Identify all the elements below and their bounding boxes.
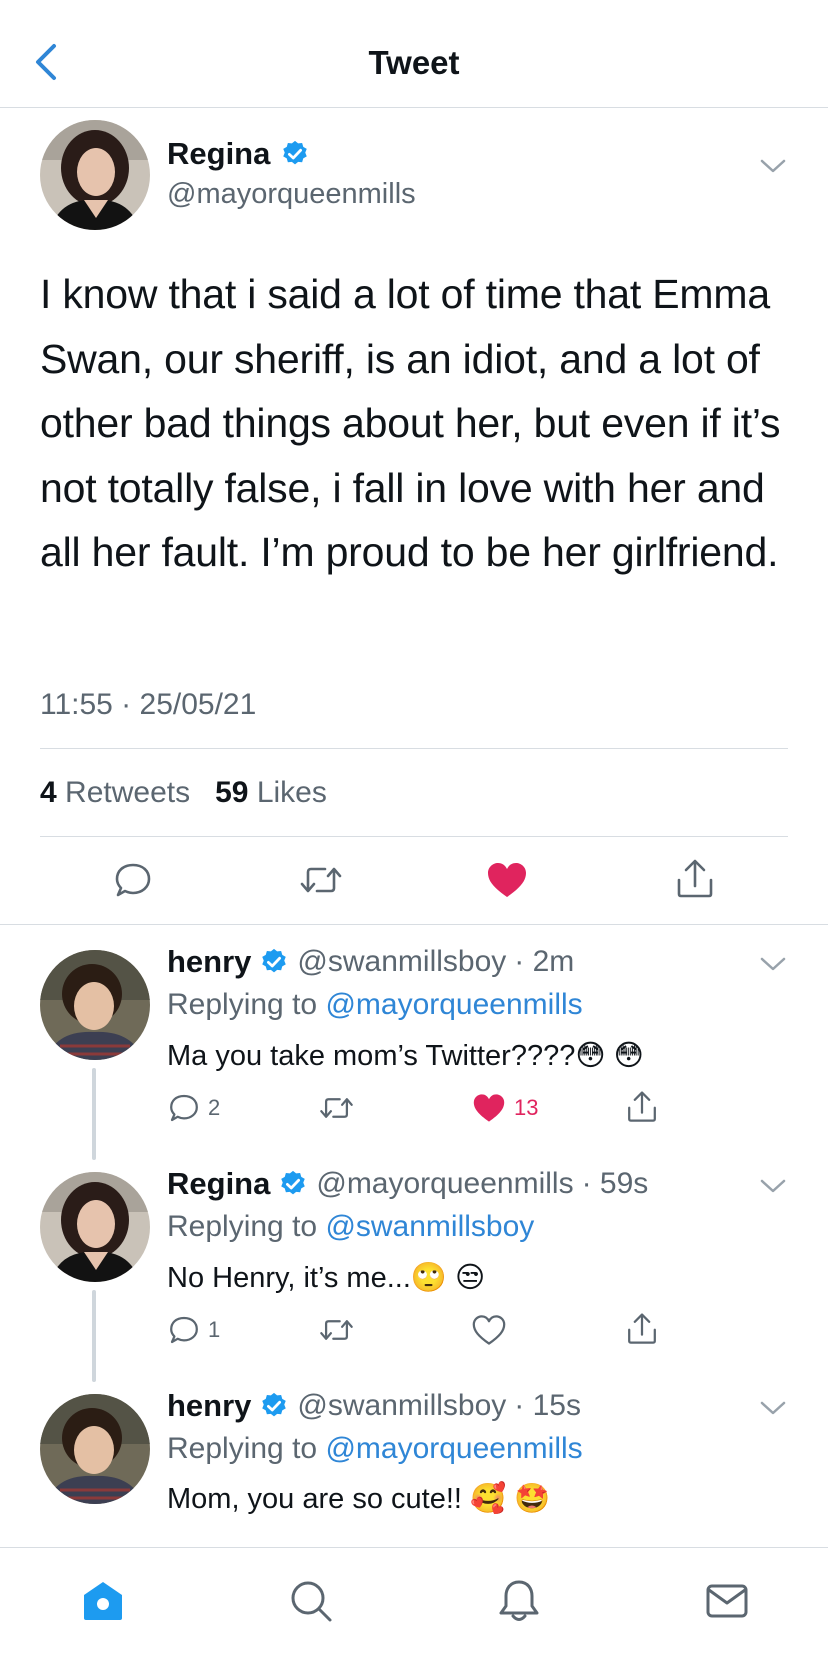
reply-button[interactable]: [113, 860, 153, 905]
retweet-button[interactable]: [318, 1314, 355, 1346]
tab-notifications[interactable]: [496, 1578, 542, 1629]
author-handle[interactable]: @mayorqueenmills: [316, 1167, 573, 1201]
retweets-stat[interactable]: 4 Retweets: [40, 776, 190, 809]
like-button[interactable]: 13: [472, 1092, 538, 1124]
avatar[interactable]: [40, 1172, 150, 1282]
tweet-timestamp: 11:55 · 25/05/21: [40, 688, 257, 721]
reply-text: Mom, you are so cute!! 🥰 🤩: [167, 1483, 551, 1515]
replying-to-line: Replying to @mayorqueenmills: [167, 1432, 583, 1465]
divider: [40, 836, 788, 837]
search-icon: [291, 1581, 332, 1622]
likes-stat[interactable]: 59 Likes: [215, 776, 327, 809]
replying-to-handle[interactable]: @mayorqueenmills: [325, 988, 582, 1021]
author-handle[interactable]: @swanmillsboy: [297, 1389, 506, 1423]
share-icon: [677, 859, 713, 898]
more-options-button[interactable]: [760, 1400, 786, 1421]
divider: [40, 748, 788, 749]
mail-icon: [706, 1584, 748, 1618]
share-button[interactable]: [675, 858, 715, 905]
chevron-down-icon: [760, 957, 786, 971]
reply-time: · 59s: [581, 1167, 649, 1200]
verified-badge-icon: [262, 1392, 287, 1417]
replying-to-line: Replying to @mayorqueenmills: [167, 988, 583, 1021]
author-name[interactable]: henry: [167, 944, 251, 980]
reply-text: Ma you take mom’s Twitter????😳 😳: [167, 1040, 644, 1072]
retweet-button[interactable]: [318, 1092, 355, 1124]
top-bar: Tweet: [0, 0, 828, 108]
chevron-down-icon: [760, 159, 786, 173]
share-icon: [628, 1313, 656, 1344]
page-title: Tweet: [368, 44, 460, 81]
tab-messages[interactable]: [704, 1578, 750, 1629]
like-button[interactable]: [486, 860, 528, 905]
header-divider: [0, 107, 828, 108]
heart-icon: [473, 1094, 505, 1122]
reply-button[interactable]: 1: [168, 1314, 220, 1346]
avatar[interactable]: [40, 950, 150, 1060]
bell-icon: [499, 1580, 539, 1621]
comment-icon: [170, 1316, 198, 1344]
heart-outline-icon: [472, 1315, 506, 1345]
reply-count: 2: [208, 1095, 221, 1120]
tab-home[interactable]: [80, 1578, 126, 1629]
reply-header: henry @swanmillsboy · 15s: [167, 1388, 581, 1424]
reply-time: · 2m: [514, 945, 575, 978]
avatar[interactable]: [40, 120, 150, 230]
author-name-row: Regina: [167, 136, 310, 172]
reply-button[interactable]: 2: [168, 1092, 220, 1124]
chevron-down-icon: [760, 1179, 786, 1193]
author-name[interactable]: Regina: [167, 136, 270, 172]
reply-text: No Henry, it’s me...🙄 😒: [167, 1262, 486, 1294]
thread-line: [92, 1290, 96, 1382]
share-button[interactable]: [626, 1312, 658, 1346]
retweet-icon: [300, 867, 342, 893]
verified-badge-icon: [281, 1170, 306, 1195]
reply-header: Regina @mayorqueenmills · 59s: [167, 1166, 648, 1202]
replying-to-handle[interactable]: @swanmillsboy: [325, 1210, 534, 1243]
retweet-icon: [320, 1320, 353, 1340]
heart-icon: [488, 863, 526, 897]
home-icon: [84, 1582, 122, 1620]
verified-badge-icon: [262, 948, 287, 973]
regina-avatar-image: [40, 120, 150, 230]
author-name[interactable]: henry: [167, 1388, 251, 1424]
tweet-text: I know that i said a lot of time that Em…: [40, 271, 781, 575]
regina-avatar-image: [40, 1172, 150, 1282]
retweet-icon: [320, 1098, 353, 1118]
like-button[interactable]: [472, 1314, 506, 1346]
reply-time: · 15s: [514, 1389, 581, 1422]
henry-avatar-image: [40, 950, 150, 1060]
avatar[interactable]: [40, 1394, 150, 1504]
author-handle[interactable]: @swanmillsboy: [297, 945, 506, 979]
thread-line: [92, 1068, 96, 1160]
more-options-button[interactable]: [760, 956, 786, 977]
share-button[interactable]: [626, 1090, 658, 1124]
tab-search[interactable]: [288, 1578, 334, 1629]
tweet-stats: 4 Retweets 59 Likes: [40, 776, 327, 810]
more-options-button[interactable]: [760, 1178, 786, 1199]
replying-to-handle[interactable]: @mayorqueenmills: [325, 1432, 582, 1465]
reply-header: henry @swanmillsboy · 2m: [167, 944, 574, 980]
author-name[interactable]: Regina: [167, 1166, 270, 1202]
comment-icon: [170, 1094, 198, 1122]
retweet-button[interactable]: [298, 860, 344, 905]
more-options-button[interactable]: [760, 158, 786, 179]
author-handle[interactable]: @mayorqueenmills: [167, 178, 416, 211]
like-count: 13: [514, 1095, 539, 1120]
share-icon: [628, 1091, 656, 1122]
divider: [0, 924, 828, 925]
chevron-down-icon: [760, 1401, 786, 1415]
comment-icon: [115, 863, 151, 897]
reply-count: 1: [208, 1317, 221, 1342]
bottom-tab-bar: [0, 1547, 828, 1662]
verified-badge-icon: [283, 140, 308, 165]
replying-to-line: Replying to @swanmillsboy: [167, 1210, 535, 1243]
henry-avatar-image: [40, 1394, 150, 1504]
